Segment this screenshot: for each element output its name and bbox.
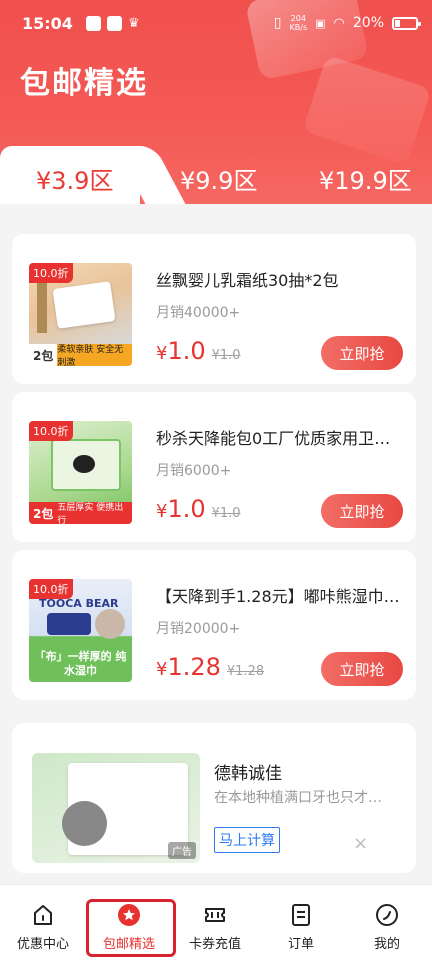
image-caption: 五层厚实 便携出行	[57, 502, 132, 524]
crown-icon: ♛	[128, 16, 140, 31]
ad-cta-button[interactable]: 马上计算	[214, 827, 280, 853]
wifi-icon: ◠	[333, 15, 345, 31]
buy-now-button[interactable]: 立即抢	[321, 336, 403, 370]
nav-item-orders[interactable]: 订单	[258, 885, 344, 964]
product-list[interactable]: 10.0折 2包 柔软亲肤 安全无刺激 丝飘婴儿乳霜纸30抽*2包 月销4000…	[0, 204, 432, 884]
ad-title[interactable]: 德韩诚佳	[214, 759, 282, 784]
ad-image[interactable]: 广告	[32, 753, 200, 863]
pack-count: 2包	[29, 344, 58, 366]
price-tabs: ¥3.9区 ¥9.9区 ¥19.9区	[0, 146, 432, 204]
product-price: ¥ 1.0 ¥1.0	[156, 337, 241, 365]
original-price: ¥1.0	[211, 506, 241, 521]
product-title[interactable]: 【天降到手1.28元】嘟咔熊湿巾80抽	[156, 583, 401, 607]
ad-card[interactable]: 广告 德韩诚佳 在本地种植满口牙也只才… 马上计算 ×	[12, 723, 416, 873]
status-time: 15:04	[22, 14, 73, 33]
buy-now-button[interactable]: 立即抢	[321, 494, 403, 528]
product-price: ¥ 1.28 ¥1.28	[156, 653, 265, 681]
sim-icon: ▣	[315, 16, 326, 30]
original-price: ¥1.28	[226, 664, 265, 679]
page-title: 包邮精选	[20, 66, 148, 101]
nav-item-discount-center[interactable]: 优惠中心	[0, 885, 86, 964]
monthly-sales: 月销40000+	[156, 305, 241, 321]
ticket-icon	[205, 908, 225, 922]
nav-item-profile[interactable]: 我的	[344, 885, 430, 964]
mail-notification-icon	[86, 16, 101, 31]
product-card[interactable]: 10.0折 2包 柔软亲肤 安全无刺激 丝飘婴儿乳霜纸30抽*2包 月销4000…	[12, 234, 416, 384]
order-list-icon	[292, 904, 310, 926]
product-card[interactable]: 10.0折 2包 五层厚实 便携出行 秒杀天降能包0工厂优质家用卫生纸 月销60…	[12, 392, 416, 542]
product-title[interactable]: 秒杀天降能包0工厂优质家用卫生纸	[156, 425, 401, 449]
ad-description: 在本地种植满口牙也只才…	[214, 790, 382, 806]
ad-label: 广告	[168, 842, 196, 859]
discount-tag: 10.0折	[29, 263, 73, 283]
product-card[interactable]: TOOCA BEAR 10.0折 「布」一样厚的 纯水湿巾 【天降到手1.28元…	[12, 550, 416, 700]
original-price: ¥1.0	[211, 348, 241, 363]
monthly-sales: 月销6000+	[156, 463, 232, 479]
tab-19-9[interactable]: ¥19.9区	[319, 161, 412, 196]
buy-now-button[interactable]: 立即抢	[321, 652, 403, 686]
net-speed: 204 KB/s	[289, 14, 308, 32]
discount-tag: 10.0折	[29, 421, 73, 441]
product-title[interactable]: 丝飘婴儿乳霜纸30抽*2包	[156, 267, 401, 291]
home-icon	[34, 905, 52, 925]
discount-tag: 10.0折	[29, 579, 73, 599]
tab-9-9[interactable]: ¥9.9区	[180, 161, 257, 196]
monthly-sales: 月销20000+	[156, 621, 241, 637]
battery-percent: 20%	[352, 15, 384, 31]
vibrate-icon: ▯	[273, 15, 282, 31]
product-image: 10.0折 2包 柔软亲肤 安全无刺激	[29, 263, 132, 366]
status-bar: 15:04 ♛ ▯ 204 KB/s ▣ ◠ 20%	[0, 0, 432, 48]
tab-3-9[interactable]: ¥3.9区	[36, 161, 113, 196]
nav-item-voucher-topup[interactable]: 卡券充值	[172, 885, 258, 964]
profile-icon	[376, 904, 398, 926]
close-icon[interactable]: ×	[353, 833, 368, 854]
image-caption: 「布」一样厚的 纯水湿巾	[34, 650, 127, 677]
product-image: TOOCA BEAR 10.0折 「布」一样厚的 纯水湿巾	[29, 579, 132, 682]
highlight-box	[86, 899, 176, 957]
product-price: ¥ 1.0 ¥1.0	[156, 495, 241, 523]
ad-face-image	[62, 801, 107, 846]
pack-count: 2包	[29, 502, 58, 524]
battery-icon	[392, 16, 421, 30]
app-notification-icon	[107, 16, 122, 31]
image-caption: 柔软亲肤 安全无刺激	[57, 344, 132, 366]
product-image: 10.0折 2包 五层厚实 便携出行	[29, 421, 132, 524]
bottom-nav: 优惠中心 包邮精选 卡券充值 订单 我的	[0, 884, 432, 964]
